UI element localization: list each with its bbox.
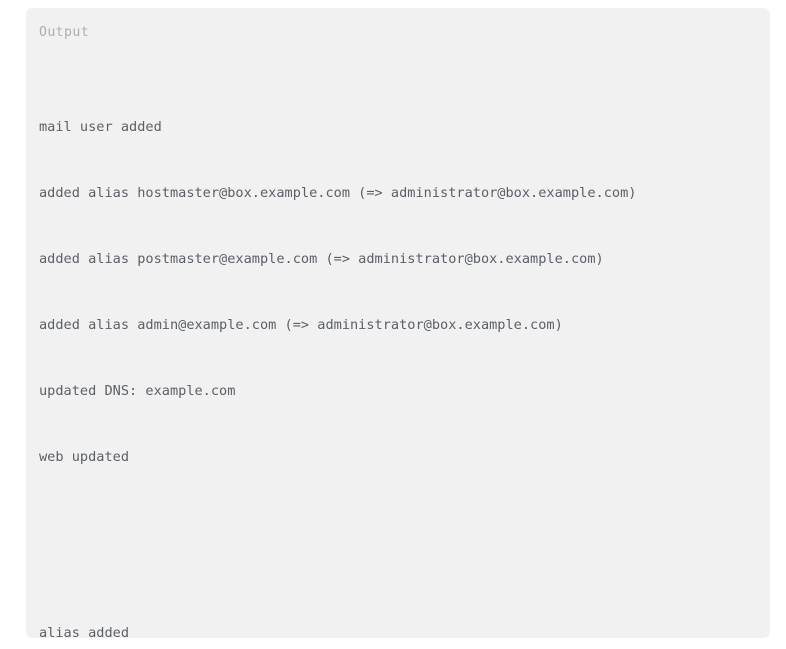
output-line-alias-postmaster-ex: added alias postmaster@example.com (=> a… xyxy=(39,251,604,267)
output-label: Output xyxy=(39,25,90,40)
output-line-updated-dns: updated DNS: example.com xyxy=(39,383,236,399)
output-body: mail user added added alias hostmaster@b… xyxy=(39,50,770,638)
output-code-block: Output mail user added added alias hostm… xyxy=(26,8,770,638)
output-line-alias-admin-ex: added alias admin@example.com (=> admini… xyxy=(39,317,563,333)
output-line-alias-hostmaster-box: added alias hostmaster@box.example.com (… xyxy=(39,185,637,201)
output-line-web-updated: web updated xyxy=(39,449,130,465)
output-line-blank-1 xyxy=(39,534,770,556)
output-line-alias-added: alias added xyxy=(39,625,130,638)
page-root: Output mail user added added alias hostm… xyxy=(0,0,786,649)
output-line-mail-user-added: mail user added xyxy=(39,119,162,135)
